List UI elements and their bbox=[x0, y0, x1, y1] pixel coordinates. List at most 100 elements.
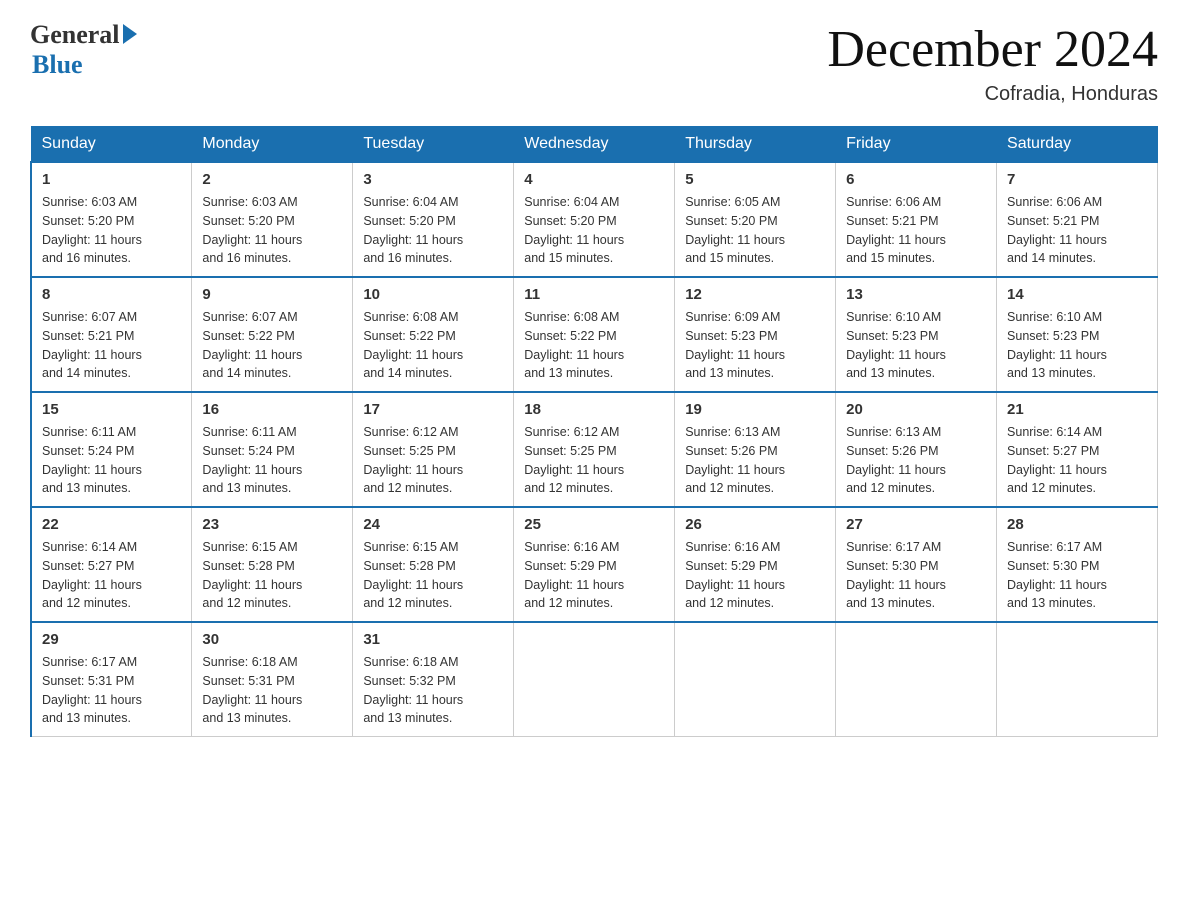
sunset-label: Sunset: 5:31 PM bbox=[202, 674, 294, 688]
daylight-minutes: and 12 minutes. bbox=[524, 481, 613, 495]
daylight-minutes: and 14 minutes. bbox=[202, 366, 291, 380]
day-info: Sunrise: 6:10 AM Sunset: 5:23 PM Dayligh… bbox=[846, 308, 986, 383]
daylight-minutes: and 15 minutes. bbox=[524, 251, 613, 265]
table-row: 3 Sunrise: 6:04 AM Sunset: 5:20 PM Dayli… bbox=[353, 162, 514, 277]
day-number: 16 bbox=[202, 401, 342, 418]
day-info: Sunrise: 6:12 AM Sunset: 5:25 PM Dayligh… bbox=[524, 423, 664, 498]
sunrise-label: Sunrise: 6:13 AM bbox=[846, 425, 941, 439]
calendar-week-row: 29 Sunrise: 6:17 AM Sunset: 5:31 PM Dayl… bbox=[31, 622, 1158, 737]
daylight-minutes: and 13 minutes. bbox=[202, 711, 291, 725]
sunset-label: Sunset: 5:30 PM bbox=[846, 559, 938, 573]
table-row: 19 Sunrise: 6:13 AM Sunset: 5:26 PM Dayl… bbox=[675, 392, 836, 507]
day-number: 1 bbox=[42, 171, 181, 188]
daylight-label: Daylight: 11 hours bbox=[1007, 348, 1107, 362]
day-number: 18 bbox=[524, 401, 664, 418]
day-number: 12 bbox=[685, 286, 825, 303]
daylight-minutes: and 13 minutes. bbox=[685, 366, 774, 380]
day-number: 4 bbox=[524, 171, 664, 188]
table-row: 20 Sunrise: 6:13 AM Sunset: 5:26 PM Dayl… bbox=[836, 392, 997, 507]
header-saturday: Saturday bbox=[997, 127, 1158, 163]
daylight-label: Daylight: 11 hours bbox=[202, 233, 302, 247]
day-number: 13 bbox=[846, 286, 986, 303]
day-info: Sunrise: 6:13 AM Sunset: 5:26 PM Dayligh… bbox=[685, 423, 825, 498]
day-info: Sunrise: 6:03 AM Sunset: 5:20 PM Dayligh… bbox=[42, 193, 181, 268]
table-row: 5 Sunrise: 6:05 AM Sunset: 5:20 PM Dayli… bbox=[675, 162, 836, 277]
sunrise-label: Sunrise: 6:18 AM bbox=[363, 655, 458, 669]
sunrise-label: Sunrise: 6:16 AM bbox=[524, 540, 619, 554]
day-info: Sunrise: 6:17 AM Sunset: 5:30 PM Dayligh… bbox=[846, 538, 986, 613]
location-text: Cofradia, Honduras bbox=[827, 83, 1158, 106]
logo-blue-text: Blue bbox=[32, 50, 83, 80]
daylight-minutes: and 12 minutes. bbox=[524, 596, 613, 610]
daylight-minutes: and 12 minutes. bbox=[363, 481, 452, 495]
daylight-minutes: and 15 minutes. bbox=[685, 251, 774, 265]
table-row: 6 Sunrise: 6:06 AM Sunset: 5:21 PM Dayli… bbox=[836, 162, 997, 277]
sunrise-label: Sunrise: 6:15 AM bbox=[202, 540, 297, 554]
day-number: 8 bbox=[42, 286, 181, 303]
daylight-label: Daylight: 11 hours bbox=[846, 348, 946, 362]
table-row: 29 Sunrise: 6:17 AM Sunset: 5:31 PM Dayl… bbox=[31, 622, 192, 737]
daylight-label: Daylight: 11 hours bbox=[846, 233, 946, 247]
day-number: 15 bbox=[42, 401, 181, 418]
day-number: 22 bbox=[42, 516, 181, 533]
daylight-label: Daylight: 11 hours bbox=[685, 463, 785, 477]
day-number: 19 bbox=[685, 401, 825, 418]
daylight-label: Daylight: 11 hours bbox=[685, 233, 785, 247]
day-info: Sunrise: 6:15 AM Sunset: 5:28 PM Dayligh… bbox=[202, 538, 342, 613]
sunset-label: Sunset: 5:21 PM bbox=[1007, 214, 1099, 228]
daylight-label: Daylight: 11 hours bbox=[363, 693, 463, 707]
daylight-label: Daylight: 11 hours bbox=[42, 233, 142, 247]
daylight-label: Daylight: 11 hours bbox=[524, 463, 624, 477]
day-info: Sunrise: 6:16 AM Sunset: 5:29 PM Dayligh… bbox=[524, 538, 664, 613]
sunrise-label: Sunrise: 6:06 AM bbox=[846, 195, 941, 209]
header-monday: Monday bbox=[192, 127, 353, 163]
sunset-label: Sunset: 5:28 PM bbox=[202, 559, 294, 573]
day-number: 5 bbox=[685, 171, 825, 188]
daylight-label: Daylight: 11 hours bbox=[1007, 578, 1107, 592]
daylight-minutes: and 13 minutes. bbox=[846, 366, 935, 380]
sunrise-label: Sunrise: 6:07 AM bbox=[42, 310, 137, 324]
sunset-label: Sunset: 5:27 PM bbox=[1007, 444, 1099, 458]
day-number: 3 bbox=[363, 171, 503, 188]
sunrise-label: Sunrise: 6:05 AM bbox=[685, 195, 780, 209]
day-info: Sunrise: 6:04 AM Sunset: 5:20 PM Dayligh… bbox=[524, 193, 664, 268]
sunrise-label: Sunrise: 6:16 AM bbox=[685, 540, 780, 554]
sunset-label: Sunset: 5:22 PM bbox=[202, 329, 294, 343]
day-info: Sunrise: 6:11 AM Sunset: 5:24 PM Dayligh… bbox=[42, 423, 181, 498]
day-number: 14 bbox=[1007, 286, 1147, 303]
day-info: Sunrise: 6:06 AM Sunset: 5:21 PM Dayligh… bbox=[1007, 193, 1147, 268]
table-row: 25 Sunrise: 6:16 AM Sunset: 5:29 PM Dayl… bbox=[514, 507, 675, 622]
sunrise-label: Sunrise: 6:12 AM bbox=[363, 425, 458, 439]
table-row: 22 Sunrise: 6:14 AM Sunset: 5:27 PM Dayl… bbox=[31, 507, 192, 622]
daylight-label: Daylight: 11 hours bbox=[1007, 233, 1107, 247]
sunset-label: Sunset: 5:24 PM bbox=[42, 444, 134, 458]
day-info: Sunrise: 6:14 AM Sunset: 5:27 PM Dayligh… bbox=[42, 538, 181, 613]
sunrise-label: Sunrise: 6:04 AM bbox=[524, 195, 619, 209]
header-thursday: Thursday bbox=[675, 127, 836, 163]
daylight-label: Daylight: 11 hours bbox=[202, 578, 302, 592]
sunrise-label: Sunrise: 6:07 AM bbox=[202, 310, 297, 324]
table-row bbox=[514, 622, 675, 737]
day-info: Sunrise: 6:06 AM Sunset: 5:21 PM Dayligh… bbox=[846, 193, 986, 268]
sunset-label: Sunset: 5:23 PM bbox=[1007, 329, 1099, 343]
sunrise-label: Sunrise: 6:04 AM bbox=[363, 195, 458, 209]
day-info: Sunrise: 6:08 AM Sunset: 5:22 PM Dayligh… bbox=[363, 308, 503, 383]
sunset-label: Sunset: 5:20 PM bbox=[524, 214, 616, 228]
table-row: 14 Sunrise: 6:10 AM Sunset: 5:23 PM Dayl… bbox=[997, 277, 1158, 392]
daylight-label: Daylight: 11 hours bbox=[202, 693, 302, 707]
header-tuesday: Tuesday bbox=[353, 127, 514, 163]
table-row: 18 Sunrise: 6:12 AM Sunset: 5:25 PM Dayl… bbox=[514, 392, 675, 507]
daylight-minutes: and 14 minutes. bbox=[1007, 251, 1096, 265]
day-info: Sunrise: 6:15 AM Sunset: 5:28 PM Dayligh… bbox=[363, 538, 503, 613]
sunset-label: Sunset: 5:32 PM bbox=[363, 674, 455, 688]
day-number: 17 bbox=[363, 401, 503, 418]
logo-arrow-icon bbox=[123, 24, 137, 44]
daylight-label: Daylight: 11 hours bbox=[363, 463, 463, 477]
day-number: 9 bbox=[202, 286, 342, 303]
daylight-label: Daylight: 11 hours bbox=[524, 348, 624, 362]
table-row: 16 Sunrise: 6:11 AM Sunset: 5:24 PM Dayl… bbox=[192, 392, 353, 507]
day-number: 25 bbox=[524, 516, 664, 533]
sunrise-label: Sunrise: 6:11 AM bbox=[202, 425, 296, 439]
calendar-week-row: 8 Sunrise: 6:07 AM Sunset: 5:21 PM Dayli… bbox=[31, 277, 1158, 392]
sunrise-label: Sunrise: 6:17 AM bbox=[1007, 540, 1102, 554]
